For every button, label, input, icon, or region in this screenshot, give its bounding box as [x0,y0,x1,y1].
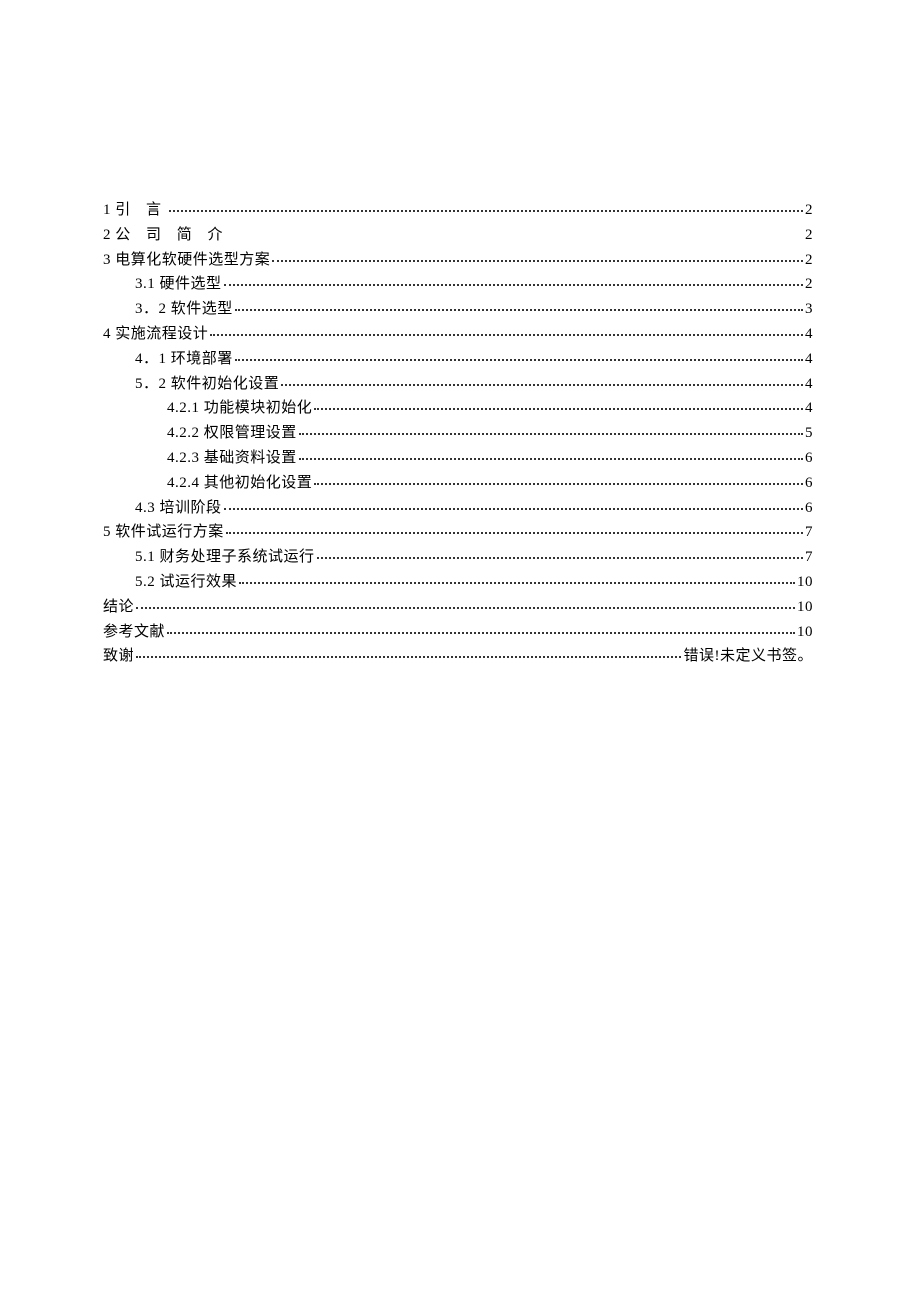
toc-title: 2 公 司 简 介 [103,223,229,248]
document-page: 1 引 言 22 公 司 简 介 23 电算化软硬件选型方案 23.1 硬件选型… [0,0,920,1301]
toc-leader [169,201,803,212]
toc-leader [136,647,681,658]
toc-leader [317,548,803,559]
toc-page-number: 10 [797,620,813,645]
toc-entry: 参考文献 10 [103,620,813,645]
toc-leader [314,474,803,485]
toc-page-number: 7 [805,545,813,570]
toc-entry: 5.1 财务处理子系统试运行 7 [103,545,813,570]
toc-leader [281,375,803,386]
toc-title: 参考文献 [103,620,165,645]
toc-entry: 3．2 软件选型 3 [103,297,813,322]
toc-page-number: 6 [805,446,813,471]
toc-entry: 致谢 错误!未定义书签。 [103,644,813,669]
toc-leader [224,499,803,510]
toc-page-number: 错误!未定义书签 [683,644,797,669]
toc-leader [299,424,803,435]
toc-title: 5.1 财务处理子系统试运行 [135,545,315,570]
toc-title: 4．1 环境部署 [135,347,233,372]
toc-page-number: 7 [805,520,813,545]
toc-title: 4.2.1 功能模块初始化 [167,396,312,421]
toc-entry: 4.2.4 其他初始化设置 6 [103,471,813,496]
toc-page-number: 2 [805,198,813,223]
toc-entry: 1 引 言 2 [103,198,813,223]
toc-title: 结论 [103,595,134,620]
toc-leader [167,623,795,634]
toc-page-number: 6 [805,496,813,521]
toc-leader [224,275,803,286]
toc-entry: 4.2.1 功能模块初始化 4 [103,396,813,421]
toc-leader [235,300,803,311]
toc-leader [235,350,803,361]
toc-entry: 3.1 硬件选型 2 [103,272,813,297]
toc-leader [226,523,803,534]
toc-entry: 4.3 培训阶段 6 [103,496,813,521]
toc-leader [299,449,803,460]
toc-page-number: 6 [805,471,813,496]
toc-leader [210,325,803,336]
toc-entry: 4 实施流程设计 4 [103,322,813,347]
toc-page-number: 4 [805,396,813,421]
toc-title: 4.3 培训阶段 [135,496,222,521]
table-of-contents: 1 引 言 22 公 司 简 介 23 电算化软硬件选型方案 23.1 硬件选型… [103,198,813,669]
toc-page-number: 4 [805,322,813,347]
toc-leader [231,228,803,237]
toc-title: 3.1 硬件选型 [135,272,222,297]
toc-title: 5 软件试运行方案 [103,520,224,545]
toc-page-number: 2 [805,272,813,297]
toc-title: 4.2.2 权限管理设置 [167,421,297,446]
toc-entry: 5 软件试运行方案 7 [103,520,813,545]
toc-page-number: 3 [805,297,813,322]
toc-page-number: 2 [805,223,813,248]
toc-title: 5．2 软件初始化设置 [135,372,279,397]
toc-title: 3 电算化软硬件选型方案 [103,248,270,273]
toc-leader [239,573,795,584]
toc-leader [314,399,803,410]
toc-entry: 结论 10 [103,595,813,620]
toc-entry: 4.2.2 权限管理设置 5 [103,421,813,446]
toc-entry: 5．2 软件初始化设置 4 [103,372,813,397]
toc-title: 4.2.4 其他初始化设置 [167,471,312,496]
toc-title: 1 引 言 [103,198,167,223]
toc-title: 4 实施流程设计 [103,322,208,347]
toc-leader [272,251,803,262]
toc-leader [136,598,795,609]
toc-entry: 3 电算化软硬件选型方案 2 [103,248,813,273]
toc-page-number: 2 [805,248,813,273]
toc-trail: 。 [797,644,813,669]
toc-page-number: 10 [797,570,813,595]
toc-entry: 2 公 司 简 介 2 [103,223,813,248]
toc-page-number: 10 [797,595,813,620]
toc-title: 5.2 试运行效果 [135,570,237,595]
toc-title: 致谢 [103,644,134,669]
toc-page-number: 4 [805,372,813,397]
toc-page-number: 4 [805,347,813,372]
toc-page-number: 5 [805,421,813,446]
toc-title: 4.2.3 基础资料设置 [167,446,297,471]
toc-entry: 4．1 环境部署 4 [103,347,813,372]
toc-title: 3．2 软件选型 [135,297,233,322]
toc-entry: 4.2.3 基础资料设置 6 [103,446,813,471]
toc-entry: 5.2 试运行效果 10 [103,570,813,595]
